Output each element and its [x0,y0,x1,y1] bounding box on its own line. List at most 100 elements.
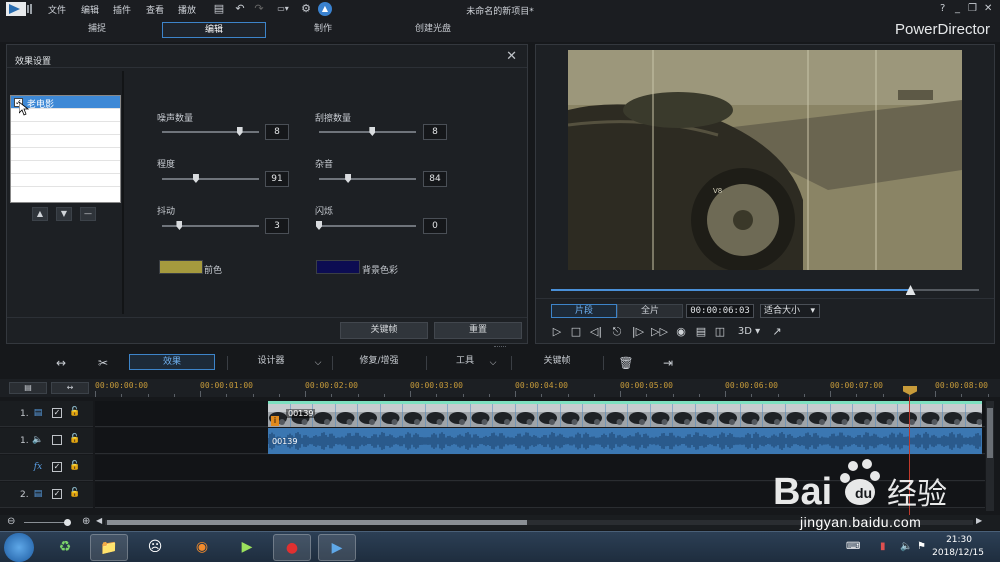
tab-capture[interactable]: 捕捉 [45,22,149,38]
track-manager-icon[interactable]: ↔ [53,355,69,371]
zoom-in-icon[interactable]: ⊕ [82,516,90,527]
movie-mode-button[interactable]: 全片 [617,304,683,318]
keyframe-button[interactable]: 关键帧 [340,322,428,339]
stop-icon[interactable]: □ [569,325,583,339]
lock-icon[interactable]: 🔓 [69,461,80,473]
previous-frame-icon[interactable]: ◁| [589,325,603,339]
param-scratch-thumb[interactable] [369,127,376,136]
repair-enhance-button[interactable]: 修复/增强 [353,354,405,370]
chevron-down-icon[interactable]: ⌵ [485,355,501,371]
clock-time[interactable]: 21:30 [946,535,972,545]
zoom-slider-thumb[interactable] [64,519,71,526]
menu-plugins[interactable]: 插件 [113,3,131,16]
move-down-button[interactable]: ▼ [56,207,72,221]
param-noise-slider[interactable] [162,131,259,133]
horizontal-scrollbar-thumb[interactable] [107,520,527,525]
next-frame-icon[interactable]: |▷ [631,325,645,339]
flag-icon[interactable]: ⚑ [917,541,926,552]
tab-produce[interactable]: 制作 [271,22,375,38]
subtitle-icon[interactable]: ▤ [694,325,708,339]
tools-button[interactable]: 工具 [450,354,480,370]
param-degree-slider[interactable] [162,178,259,180]
clock-date[interactable]: 2018/12/15 [932,548,984,558]
snapshot-icon[interactable]: ◉ [674,325,688,339]
clip-mode-button[interactable]: 片段 [551,304,617,318]
menu-edit[interactable]: 编辑 [81,3,99,16]
close-button[interactable]: ✕ [984,3,992,14]
start-button[interactable] [4,533,34,562]
play-icon[interactable]: ▷ [550,325,564,339]
redo-icon[interactable]: ↷ [252,2,266,16]
track-enable-checkbox[interactable]: ✓ [52,408,62,418]
reset-button[interactable]: 重置 [434,322,522,339]
designer-button[interactable]: 设计器 [248,354,294,370]
save-icon[interactable]: ▤ [212,2,226,16]
network-icon[interactable]: ▮ [880,541,886,552]
fit-size-select[interactable]: 适合大小 ▾ [760,304,820,318]
param-flicker-value[interactable]: 0 [423,218,447,234]
panel-splitter-handle[interactable] [494,346,506,348]
chevron-down-icon[interactable]: ⌵ [310,355,326,371]
trash-icon[interactable]: 🗑 [618,355,634,371]
param-flicker-slider[interactable] [319,225,416,227]
lock-icon[interactable]: 🔓 [69,407,80,419]
menu-play[interactable]: 播放 [178,3,196,16]
lock-icon[interactable]: 🔓 [69,488,80,500]
param-jitter-thumb[interactable] [176,221,183,230]
move-up-button[interactable]: ▲ [32,207,48,221]
param-scratch-value[interactable]: 8 [423,124,447,140]
help-button[interactable]: ? [940,3,945,14]
param-flicker-thumb[interactable] [316,221,322,230]
speaker-icon[interactable]: 🔈 [900,541,912,552]
track-enable-checkbox[interactable]: ✓ [52,462,62,472]
video-app-icon[interactable]: ▶ [228,534,266,561]
upgrade-icon[interactable]: ▲ [318,2,332,16]
video-clip[interactable]: 00139 i [268,401,982,427]
param-jitter-value[interactable]: 3 [265,218,289,234]
effect-button[interactable]: 效果 [129,354,215,370]
tab-edit[interactable]: 编辑 [162,22,266,38]
param-degree-thumb[interactable] [192,174,199,183]
zoom-out-icon[interactable]: ⊖ [7,516,15,527]
minimize-button[interactable]: _ [955,3,960,14]
aspect-ratio-icon[interactable]: ▭▾ [272,2,294,16]
keyframe-toolbar-button[interactable]: 关键帧 [535,354,579,370]
fit-timeline-button[interactable]: ↔ [51,382,89,394]
recorder-icon[interactable]: ● [273,534,311,561]
undo-icon[interactable]: ↶ [233,2,247,16]
scroll-left-icon[interactable]: ◀ [96,516,102,525]
track-enable-checkbox[interactable] [52,435,62,445]
split-clip-icon[interactable]: ✂ [95,355,111,371]
export-icon[interactable]: ⇥ [660,355,676,371]
tab-create-disc[interactable]: 创建光盘 [381,22,485,38]
param-grain-thumb[interactable] [345,174,352,183]
firefox-icon[interactable]: ◉ [183,534,221,561]
close-icon[interactable]: ✕ [506,49,517,64]
param-degree-value[interactable]: 91 [265,171,289,187]
split-icon[interactable]: ⎋ [610,325,624,339]
restore-button[interactable]: ❐ [968,3,977,14]
param-noise-thumb[interactable] [236,127,243,136]
background-color-swatch[interactable] [316,260,360,274]
undock-icon[interactable]: ↗ [770,325,784,339]
3d-mode-toggle[interactable]: 3D ▾ [734,325,764,339]
keyboard-icon[interactable]: ⌨ [846,541,860,552]
storyboard-view-button[interactable]: ▤ [9,382,47,394]
taskbar-app-icon[interactable]: ♻ [46,534,84,561]
audio-clip[interactable]: 00139 [268,428,982,454]
fast-forward-icon[interactable]: ▷▷ [651,325,668,339]
qq-icon[interactable]: ☹ [136,534,174,561]
param-noise-value[interactable]: 8 [265,124,289,140]
param-grain-slider[interactable] [319,178,416,180]
remove-button[interactable]: — [80,207,96,221]
timecode-display[interactable]: 00:00:06:03 [686,304,754,318]
track-enable-checkbox[interactable]: ✓ [52,489,62,499]
foreground-color-swatch[interactable] [159,260,203,274]
volume-icon[interactable]: ◫ [713,325,727,339]
settings-gear-icon[interactable]: ⚙ [299,2,313,16]
powerdirector-taskbar-icon[interactable]: ▶ [318,534,356,561]
param-grain-value[interactable]: 84 [423,171,447,187]
file-explorer-icon[interactable]: 📁 [90,534,128,561]
param-scratch-slider[interactable] [319,131,416,133]
menu-view[interactable]: 查看 [146,3,164,16]
